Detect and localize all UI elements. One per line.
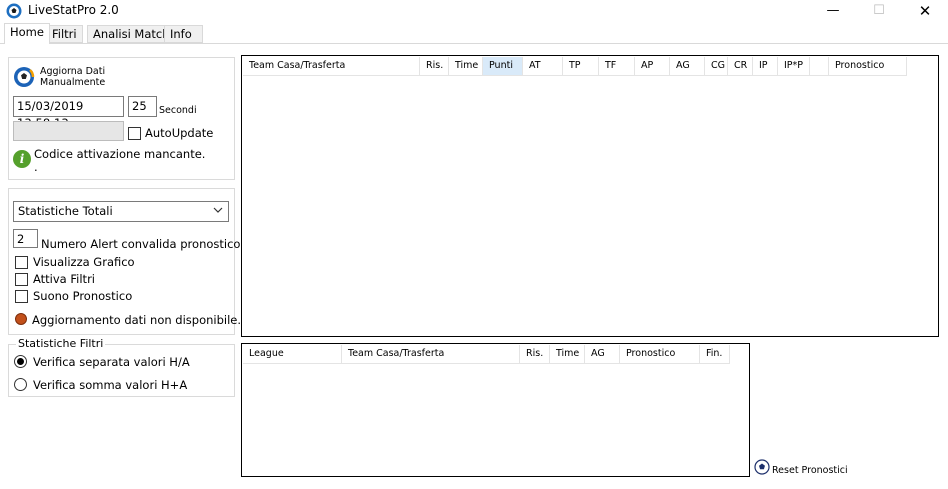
predictions-grid[interactable]: League Team Casa/Trasferta Ris. Time AG Prono…: [241, 343, 750, 477]
column-header-punti[interactable]: Punti: [483, 57, 523, 76]
bottom-column-header-pronostico[interactable]: Pronostico: [620, 345, 700, 364]
seconds-input[interactable]: 25: [128, 96, 157, 117]
column-header-ag[interactable]: AG: [670, 57, 705, 76]
tab-analisi-match[interactable]: Analisi Match: [87, 25, 176, 43]
status-message: Aggiornamento dati non disponibile.: [32, 313, 242, 327]
seconds-label: Secondi: [159, 105, 197, 116]
visualizza-grafico-checkbox[interactable]: [15, 256, 28, 269]
tab-info[interactable]: Info: [164, 25, 203, 43]
tab-home[interactable]: Home: [4, 23, 50, 44]
app-soccer-ball-icon: [6, 3, 22, 19]
column-header-ap[interactable]: AP: [635, 57, 670, 76]
column-header-at[interactable]: AT: [523, 57, 563, 76]
visualizza-grafico-label[interactable]: Visualizza Grafico: [33, 255, 135, 269]
autoupdate-label[interactable]: AutoUpdate: [145, 126, 213, 140]
suono-pronostico-checkbox[interactable]: [15, 290, 28, 303]
column-header-team-casa-trasferta[interactable]: Team Casa/Trasferta: [243, 57, 420, 76]
matches-grid[interactable]: Team Casa/Trasferta Ris. Time Punti AT TP TF AP…: [241, 55, 939, 337]
column-header-ris-[interactable]: Ris.: [420, 57, 449, 76]
alert-count-input[interactable]: 2: [13, 229, 38, 248]
activation-message: Codice attivazione mancante. .: [34, 148, 205, 174]
datetime-input[interactable]: 15/03/2019 13:58:13: [13, 96, 124, 130]
bottom-column-header-fin-[interactable]: Fin.: [700, 345, 730, 364]
column-header-cr[interactable]: CR: [728, 57, 753, 76]
sum-values-label[interactable]: Verifica somma valori H+A: [33, 378, 187, 392]
bottom-column-header-team-casa-trasferta[interactable]: Team Casa/Trasferta: [342, 345, 520, 364]
column-header-ip-p[interactable]: IP*P: [778, 57, 810, 76]
reset-pronostici-label[interactable]: Reset Pronostici: [772, 465, 848, 476]
bottom-column-header-time[interactable]: Time: [550, 345, 585, 364]
activation-message-line2: .: [34, 160, 38, 174]
column-header-tp[interactable]: TP: [563, 57, 599, 76]
radio-selected-dot: [17, 358, 24, 365]
column-header-pronostico[interactable]: Pronostico: [829, 57, 907, 76]
suono-pronostico-label[interactable]: Suono Pronostico: [33, 289, 132, 303]
column-header-blank[interactable]: [810, 57, 829, 76]
tab-filtri[interactable]: Filtri: [46, 25, 83, 43]
chevron-down-icon[interactable]: [212, 203, 224, 217]
tab-strip-line: [0, 43, 948, 44]
column-header-time[interactable]: Time: [449, 57, 483, 76]
info-icon: i: [13, 150, 31, 168]
stats-type-select[interactable]: Statistiche Totali: [13, 201, 229, 222]
status-dot-icon: [15, 313, 27, 325]
bottom-column-header-league[interactable]: League: [243, 345, 342, 364]
filters-panel-title: Statistiche Filtri: [16, 337, 106, 350]
close-button[interactable]: ✕: [902, 0, 948, 22]
bottom-column-header-ag[interactable]: AG: [585, 345, 620, 364]
maximize-button[interactable]: ☐: [856, 0, 902, 22]
update-progress-bar: [13, 121, 124, 141]
sum-values-radio[interactable]: [14, 378, 27, 391]
refresh-soccer-icon[interactable]: [13, 66, 35, 88]
attiva-filtri-checkbox[interactable]: [15, 273, 28, 286]
activation-message-line1: Codice attivazione mancante.: [34, 147, 206, 161]
column-header-cg[interactable]: CG: [705, 57, 728, 76]
alert-count-label: Numero Alert convalida pronostico: [41, 237, 241, 251]
refresh-label-line1: Aggiorna Dati: [40, 66, 106, 77]
window-title: LiveStatPro 2.0: [28, 3, 119, 17]
minimize-button[interactable]: —: [810, 0, 856, 22]
column-header-tf[interactable]: TF: [599, 57, 635, 76]
title-bar: [0, 0, 948, 22]
refresh-button-label[interactable]: Aggiorna Dati Manualmente: [40, 66, 105, 88]
separate-values-label[interactable]: Verifica separata valori H/A: [33, 355, 190, 369]
column-header-ip[interactable]: IP: [753, 57, 778, 76]
reset-soccer-icon[interactable]: [754, 459, 770, 475]
refresh-label-line2: Manualmente: [40, 77, 106, 88]
bottom-column-header-ris-[interactable]: Ris.: [520, 345, 550, 364]
attiva-filtri-label[interactable]: Attiva Filtri: [33, 272, 95, 286]
autoupdate-checkbox[interactable]: [128, 127, 141, 140]
